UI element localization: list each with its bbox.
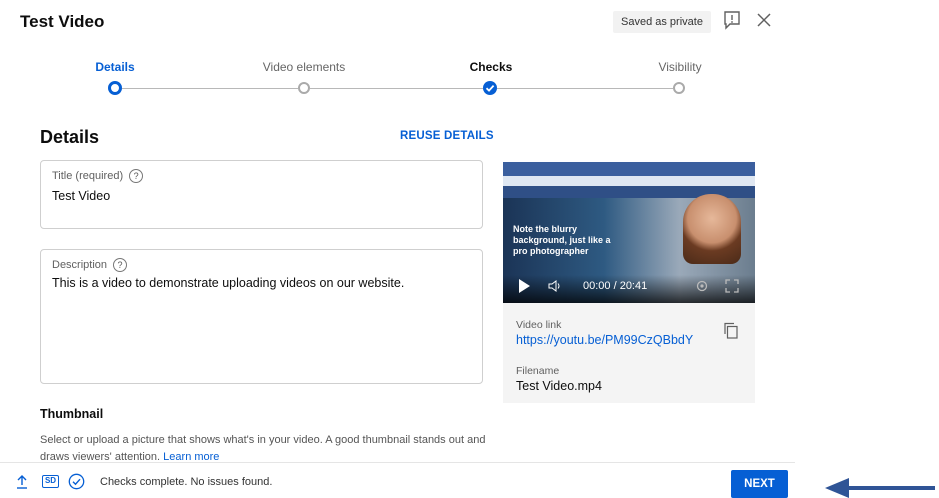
video-link[interactable]: https://youtu.be/PM99CzQBbdY [516, 333, 693, 347]
step-label: Checks [469, 60, 513, 74]
step-checked-icon[interactable] [483, 81, 497, 95]
title-label-text: Title (required) [52, 170, 124, 182]
section-heading: Details [40, 127, 100, 147]
description-label-text: Description [52, 259, 108, 271]
volume-icon[interactable] [548, 280, 562, 292]
step-label: Details [95, 60, 135, 74]
saved-status-badge: Saved as private [613, 11, 711, 33]
check-circle-icon [68, 473, 85, 490]
fullscreen-icon[interactable] [725, 279, 739, 293]
feedback-icon[interactable] [722, 10, 742, 30]
close-icon[interactable] [755, 11, 773, 29]
thumbnail-description: Select or upload a picture that shows wh… [40, 432, 500, 466]
step-connector [122, 88, 298, 89]
video-frame-browser-bar [503, 162, 755, 176]
thumbnail-heading: Thumbnail [40, 407, 104, 421]
arrow-left-icon [825, 478, 935, 498]
reuse-details-button[interactable]: REUSE DETAILS [400, 130, 494, 142]
play-icon[interactable] [519, 279, 530, 293]
video-preview-card: Note the blurry background, just like a … [503, 162, 755, 403]
dialog-title: Test Video [20, 12, 105, 31]
step-connector [310, 88, 483, 89]
dialog-footer: SD Checks complete. No issues found. NEX… [0, 462, 795, 498]
help-icon[interactable]: ? [129, 169, 144, 183]
step-video-elements[interactable]: Video elements [254, 60, 354, 74]
title-field-label: Title (required) ? [52, 169, 144, 183]
video-link-label: Video link [516, 319, 562, 331]
step-dot[interactable] [673, 82, 685, 94]
step-label: Video elements [262, 60, 346, 74]
video-frame-address-bar [503, 176, 755, 186]
step-visibility[interactable]: Visibility [640, 60, 720, 74]
filename-value: Test Video.mp4 [516, 379, 602, 393]
checks-status-text: Checks complete. No issues found. [100, 476, 273, 488]
video-frame-person [683, 194, 741, 264]
next-button[interactable]: NEXT [731, 470, 788, 498]
upload-icon [17, 475, 27, 489]
description-field-label: Description ? [52, 258, 128, 272]
help-icon[interactable]: ? [113, 258, 128, 272]
video-time: 00:00 / 20:41 [583, 280, 648, 292]
description-input[interactable]: This is a video to demonstrate uploading… [52, 276, 472, 290]
filename-label: Filename [516, 365, 560, 377]
copy-icon[interactable] [723, 322, 739, 339]
step-label: Visibility [658, 60, 702, 74]
step-dot[interactable] [298, 82, 310, 94]
video-player[interactable]: Note the blurry background, just like a … [503, 162, 755, 303]
title-field[interactable]: Title (required) ? Test Video [40, 160, 483, 229]
upload-dialog: Test Video Saved as private Details Vide… [0, 0, 795, 498]
progress-stepper: Details Video elements Checks Visibility [0, 60, 795, 108]
sd-quality-icon: SD [42, 475, 59, 488]
title-input[interactable]: Test Video [52, 189, 110, 203]
thumbnail-description-text: Select or upload a picture that shows wh… [40, 434, 486, 463]
step-checks[interactable]: Checks [461, 60, 521, 74]
step-dot-current[interactable] [108, 81, 122, 95]
settings-icon[interactable] [695, 279, 709, 293]
step-connector [497, 88, 673, 89]
video-caption: Note the blurry background, just like a … [513, 224, 611, 256]
description-field[interactable]: Description ? This is a video to demonst… [40, 249, 483, 384]
step-details[interactable]: Details [85, 60, 145, 74]
